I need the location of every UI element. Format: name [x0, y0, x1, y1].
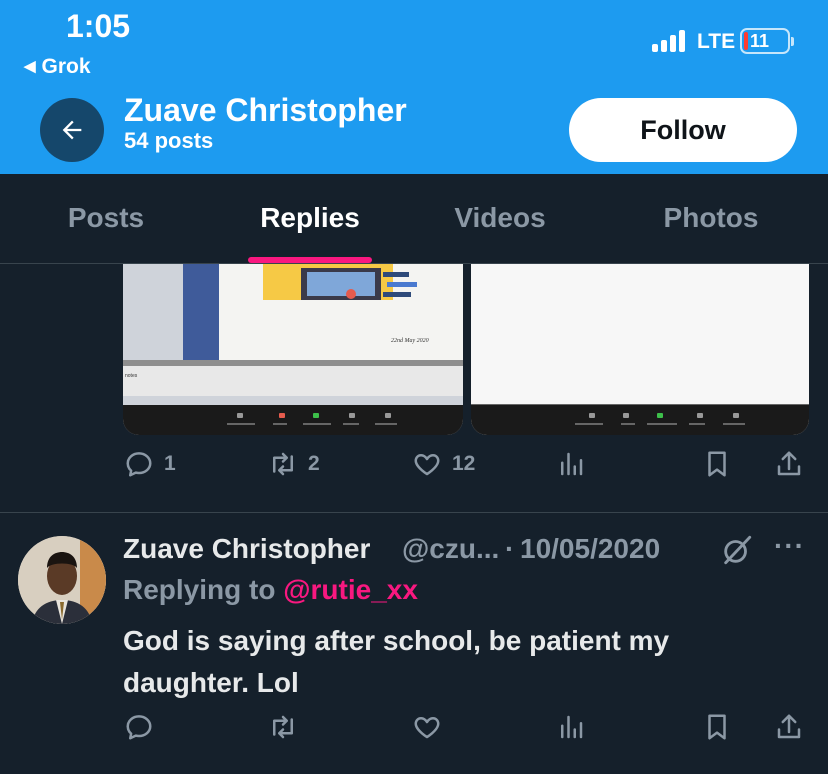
tweet-body: God is saying after school, be patient m… — [123, 625, 670, 698]
views-icon — [561, 715, 583, 739]
grok-icon[interactable] — [720, 533, 754, 567]
like-count: 12 — [452, 452, 476, 475]
replying-to-prefix: Replying to — [123, 574, 276, 605]
battery-icon: 11 — [740, 28, 794, 54]
back-triangle-icon: ◀ — [24, 58, 36, 75]
bookmark-icon — [708, 451, 726, 477]
tweet-separator-dot: · — [505, 533, 515, 564]
like-action[interactable]: 12 — [412, 449, 475, 479]
more-icon[interactable]: ··· — [774, 530, 805, 562]
share-icon — [777, 714, 801, 739]
like-icon — [414, 717, 440, 739]
network-label: LTE — [697, 30, 736, 53]
reply-action-2[interactable] — [124, 712, 154, 742]
tweet-media-image-2[interactable] — [471, 264, 809, 435]
status-time: 1:05 — [66, 8, 131, 44]
tweet-author-name[interactable]: Zuave Christopher — [123, 533, 370, 565]
repost-action-2[interactable] — [268, 712, 298, 742]
back-arrow-icon — [62, 120, 82, 140]
follow-button[interactable]: Follow — [569, 98, 797, 162]
profile-header: 1:05 ◀ Grok LTE 11 Zuave Christopher 54 p… — [0, 0, 828, 174]
zoom-toolbar-2 — [471, 405, 809, 435]
bookmark-icon — [708, 714, 726, 740]
reply-icon — [126, 715, 152, 740]
like-action-2[interactable] — [412, 712, 442, 742]
media-caption-date: 22nd May 2020 — [391, 338, 429, 344]
avatar[interactable] — [18, 536, 106, 624]
tab-replies[interactable]: Replies — [240, 202, 380, 234]
share-icon — [777, 451, 801, 476]
profile-tabs: Posts Replies Videos Photos — [0, 174, 828, 264]
share-action[interactable] — [774, 449, 804, 479]
repost-action[interactable]: 2 — [268, 449, 320, 479]
repost-icon — [273, 715, 293, 739]
profile-name: Zuave Christopher — [124, 92, 407, 128]
media-sidebar-text: notes — [125, 373, 138, 379]
reply-action[interactable]: 1 — [124, 449, 176, 479]
signal-icon — [652, 30, 688, 52]
back-button[interactable] — [40, 98, 104, 162]
bookmark-action[interactable] — [702, 449, 732, 479]
views-action-2[interactable] — [556, 712, 586, 742]
battery-level: 11 — [750, 31, 770, 51]
repost-icon — [273, 452, 293, 476]
profile-post-count: 54 posts — [124, 128, 214, 153]
tweet-media-image-1[interactable]: 22nd May 2020 notes — [123, 264, 463, 435]
back-to-app-link[interactable]: ◀ Grok — [24, 55, 91, 79]
reply-count: 1 — [164, 452, 176, 475]
like-icon — [414, 454, 440, 476]
repost-count: 2 — [308, 452, 320, 475]
replying-to-mention[interactable]: @rutie_xx — [283, 574, 418, 605]
views-icon — [561, 452, 583, 476]
replying-to-line: Replying to @rutie_xx — [123, 574, 418, 606]
previous-tweet-actions: 1 2 12 — [0, 449, 828, 489]
tab-posts[interactable]: Posts — [40, 202, 172, 234]
back-app-label: Grok — [41, 55, 91, 78]
tweet-actions — [0, 712, 828, 752]
tab-photos[interactable]: Photos — [640, 202, 782, 234]
avatar-photo — [18, 536, 106, 624]
active-tab-indicator — [248, 257, 372, 263]
reply-icon — [126, 452, 152, 477]
views-action[interactable] — [556, 449, 586, 479]
bookmark-action-2[interactable] — [702, 712, 732, 742]
zoom-toolbar — [123, 405, 463, 435]
share-action-2[interactable] — [774, 712, 804, 742]
tweet-divider — [0, 512, 828, 513]
tweet-author-handle[interactable]: @czu... — [402, 533, 499, 565]
tab-videos[interactable]: Videos — [430, 202, 570, 234]
tweet-date[interactable]: 10/05/2020 — [520, 533, 660, 565]
